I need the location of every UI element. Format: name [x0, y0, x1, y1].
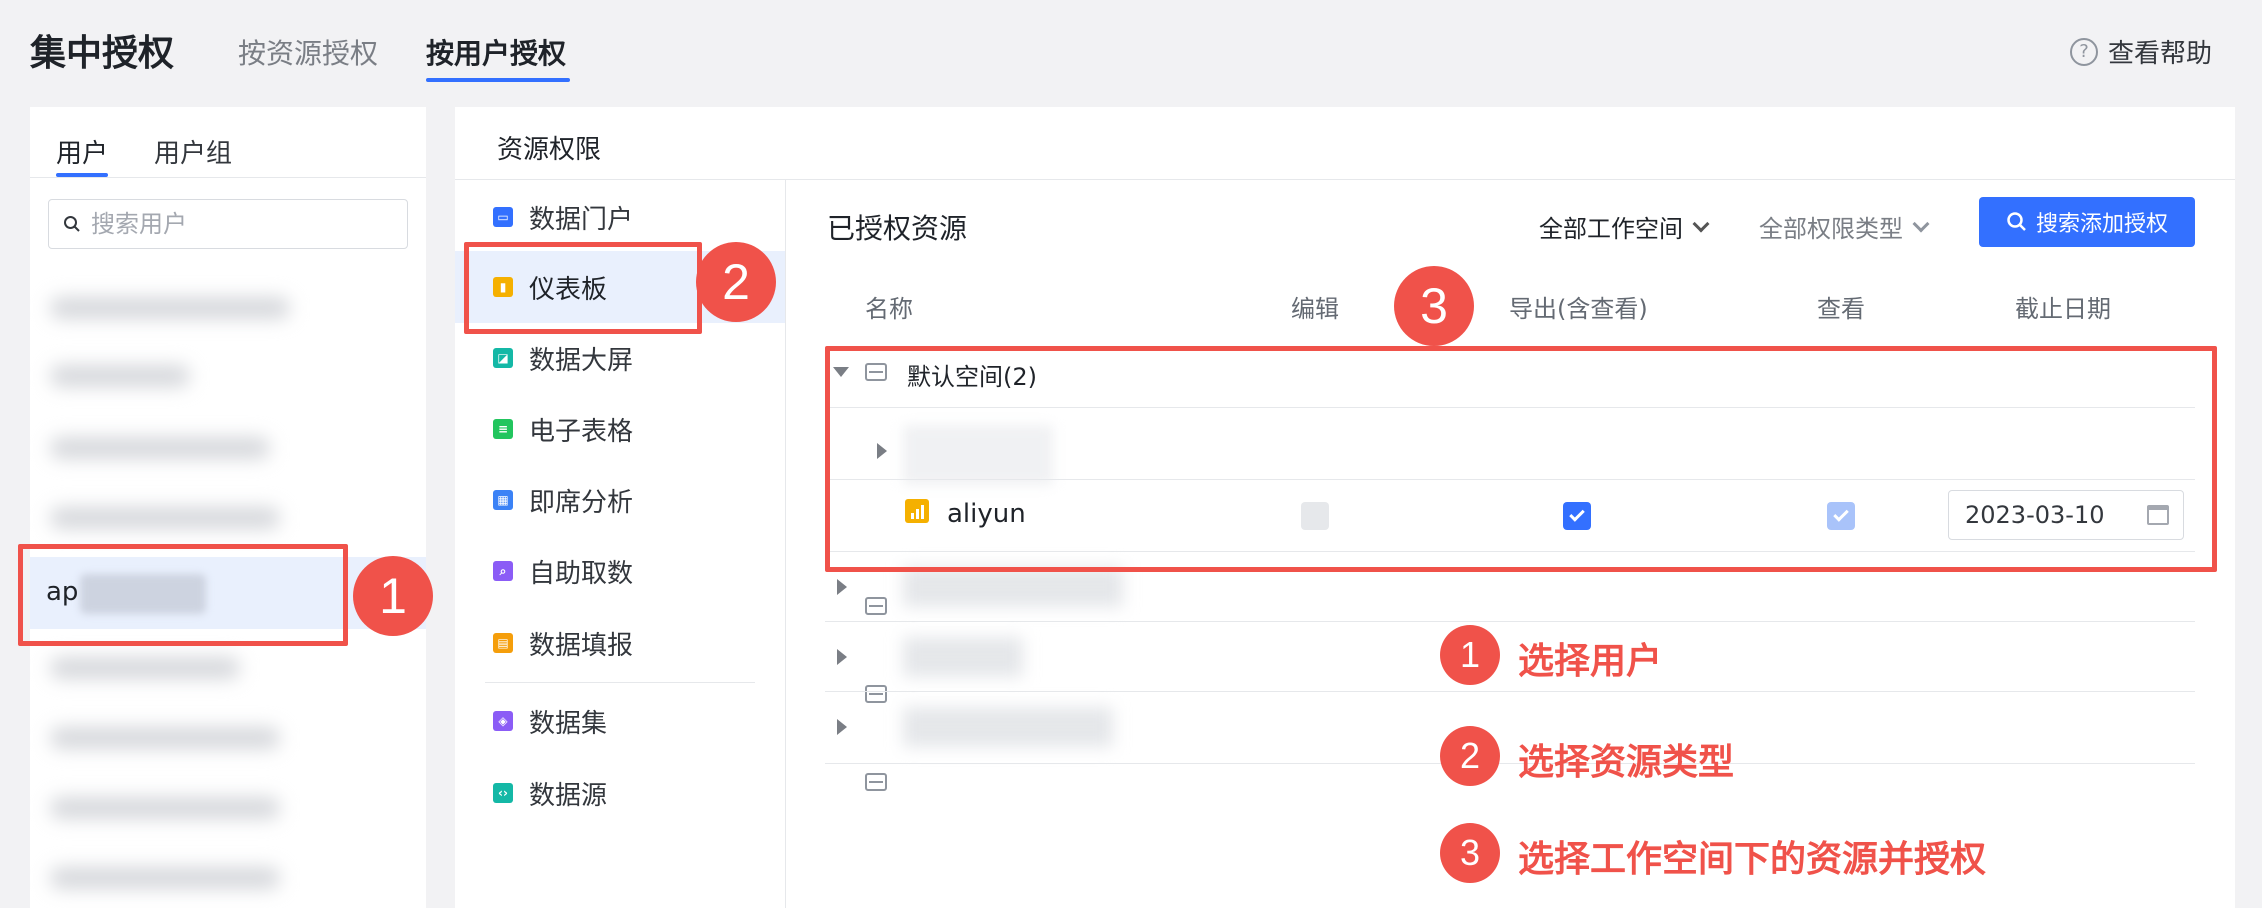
redacted-workspace [903, 567, 1123, 607]
row-divider [825, 621, 2195, 622]
redacted-workspace [903, 707, 1113, 747]
adhoc-icon: ▦ [493, 490, 513, 510]
tab-users[interactable]: 用户 [56, 133, 108, 170]
expand-caret-icon[interactable] [837, 579, 847, 595]
list-item[interactable] [50, 797, 280, 819]
authorized-resources-title: 已授权资源 [827, 212, 968, 245]
list-item[interactable] [50, 867, 280, 889]
sidebar-separator [485, 682, 755, 683]
sidebar-item-label: 数据填报 [529, 630, 634, 661]
search-icon [2007, 212, 2026, 231]
row-divider [825, 691, 2195, 692]
chevron-down-icon [1912, 215, 1930, 232]
search-add-button-label: 搜索添加授权 [2035, 212, 2168, 237]
tab-by-user[interactable]: 按用户授权 [426, 32, 566, 72]
workspace-filter[interactable]: 全部工作空间 [1539, 209, 1710, 244]
search-icon [64, 216, 80, 232]
sidebar-item-label: 电子表格 [529, 416, 634, 447]
annotation-box-resource-type [464, 242, 702, 334]
legend-marker-1: 1 [1440, 625, 1500, 685]
datasource-icon: ‹› [493, 783, 513, 803]
tab-by-resource[interactable]: 按资源授权 [238, 32, 378, 72]
portal-icon: ▭ [493, 207, 513, 227]
sidebar-item-spreadsheet[interactable]: ≡ 电子表格 [455, 393, 785, 465]
permission-type-filter[interactable]: 全部权限类型 [1759, 209, 1930, 244]
expand-caret-icon[interactable] [837, 719, 847, 735]
list-item[interactable] [50, 657, 240, 679]
help-label: 查看帮助 [2108, 39, 2213, 69]
tab-user-groups[interactable]: 用户组 [154, 133, 232, 170]
sidebar-item-label: 即席分析 [529, 487, 634, 518]
spreadsheet-icon: ≡ [493, 419, 513, 439]
row-divider [825, 763, 2195, 764]
user-search-input[interactable] [91, 210, 371, 238]
sidebar-item-datasource[interactable]: ‹› 数据源 [455, 757, 785, 829]
list-item[interactable] [50, 437, 270, 459]
column-header-deadline: 截止日期 [2015, 295, 2111, 323]
screen-icon: ◪ [493, 348, 513, 368]
users-panel: 用户 用户组 ap [30, 107, 426, 908]
legend-marker-2: 2 [1440, 726, 1500, 786]
users-tab-divider [30, 177, 426, 178]
legend-text-1: 选择用户 [1518, 641, 1663, 682]
list-item[interactable] [50, 727, 280, 749]
column-header-name: 名称 [865, 295, 913, 323]
annotation-marker-2: 2 [696, 242, 776, 322]
tab-active-indicator [426, 78, 570, 82]
panel-title: 资源权限 [497, 135, 602, 165]
workspace-icon [865, 597, 887, 615]
sidebar-item-self-service[interactable]: ⌕ 自助取数 [455, 535, 785, 607]
legend-text-2: 选择资源类型 [1518, 742, 1735, 783]
legend-text-3: 选择工作空间下的资源并授权 [1518, 839, 1987, 880]
sidebar-item-dataset[interactable]: ◈ 数据集 [455, 685, 785, 757]
question-icon: ? [2070, 37, 2098, 66]
sidebar-divider [785, 179, 786, 908]
sidebar-item-label: 数据源 [529, 780, 608, 811]
annotation-marker-1: 1 [353, 556, 433, 636]
permission-type-filter-label: 全部权限类型 [1759, 215, 1903, 243]
list-item[interactable] [50, 365, 190, 387]
list-item[interactable] [50, 507, 280, 529]
annotation-box-user [18, 544, 348, 646]
redacted-workspace [903, 637, 1023, 677]
search-add-authorization-button[interactable]: 搜索添加授权 [1979, 197, 2195, 247]
sidebar-item-adhoc[interactable]: ▦ 即席分析 [455, 464, 785, 536]
annotation-marker-3: 3 [1394, 266, 1474, 346]
column-header-view: 查看 [1817, 295, 1865, 323]
help-link[interactable]: ? 查看帮助 [2070, 33, 2212, 70]
user-search-field[interactable] [48, 199, 408, 249]
list-item[interactable] [50, 297, 290, 319]
annotation-box-workspace-resources [825, 346, 2217, 572]
sidebar-item-label: 数据门户 [529, 204, 634, 235]
column-header-edit: 编辑 [1291, 295, 1339, 323]
expand-caret-icon[interactable] [837, 649, 847, 665]
dataset-icon: ◈ [493, 711, 513, 731]
column-header-export: 导出(含查看) [1509, 295, 1648, 323]
workspace-icon [865, 685, 887, 703]
self-service-icon: ⌕ [493, 561, 513, 581]
workspace-icon [865, 773, 887, 791]
panel-divider [455, 179, 2235, 180]
page-title: 集中授权 [30, 33, 175, 74]
sidebar-item-label: 数据集 [529, 708, 608, 739]
chevron-down-icon [1692, 215, 1710, 232]
form-icon: ▤ [493, 633, 513, 653]
sidebar-item-label: 数据大屏 [529, 345, 634, 376]
sidebar-item-label: 自助取数 [529, 558, 634, 589]
legend-marker-3: 3 [1440, 823, 1500, 883]
workspace-filter-label: 全部工作空间 [1539, 215, 1683, 243]
sidebar-item-form[interactable]: ▤ 数据填报 [455, 607, 785, 679]
